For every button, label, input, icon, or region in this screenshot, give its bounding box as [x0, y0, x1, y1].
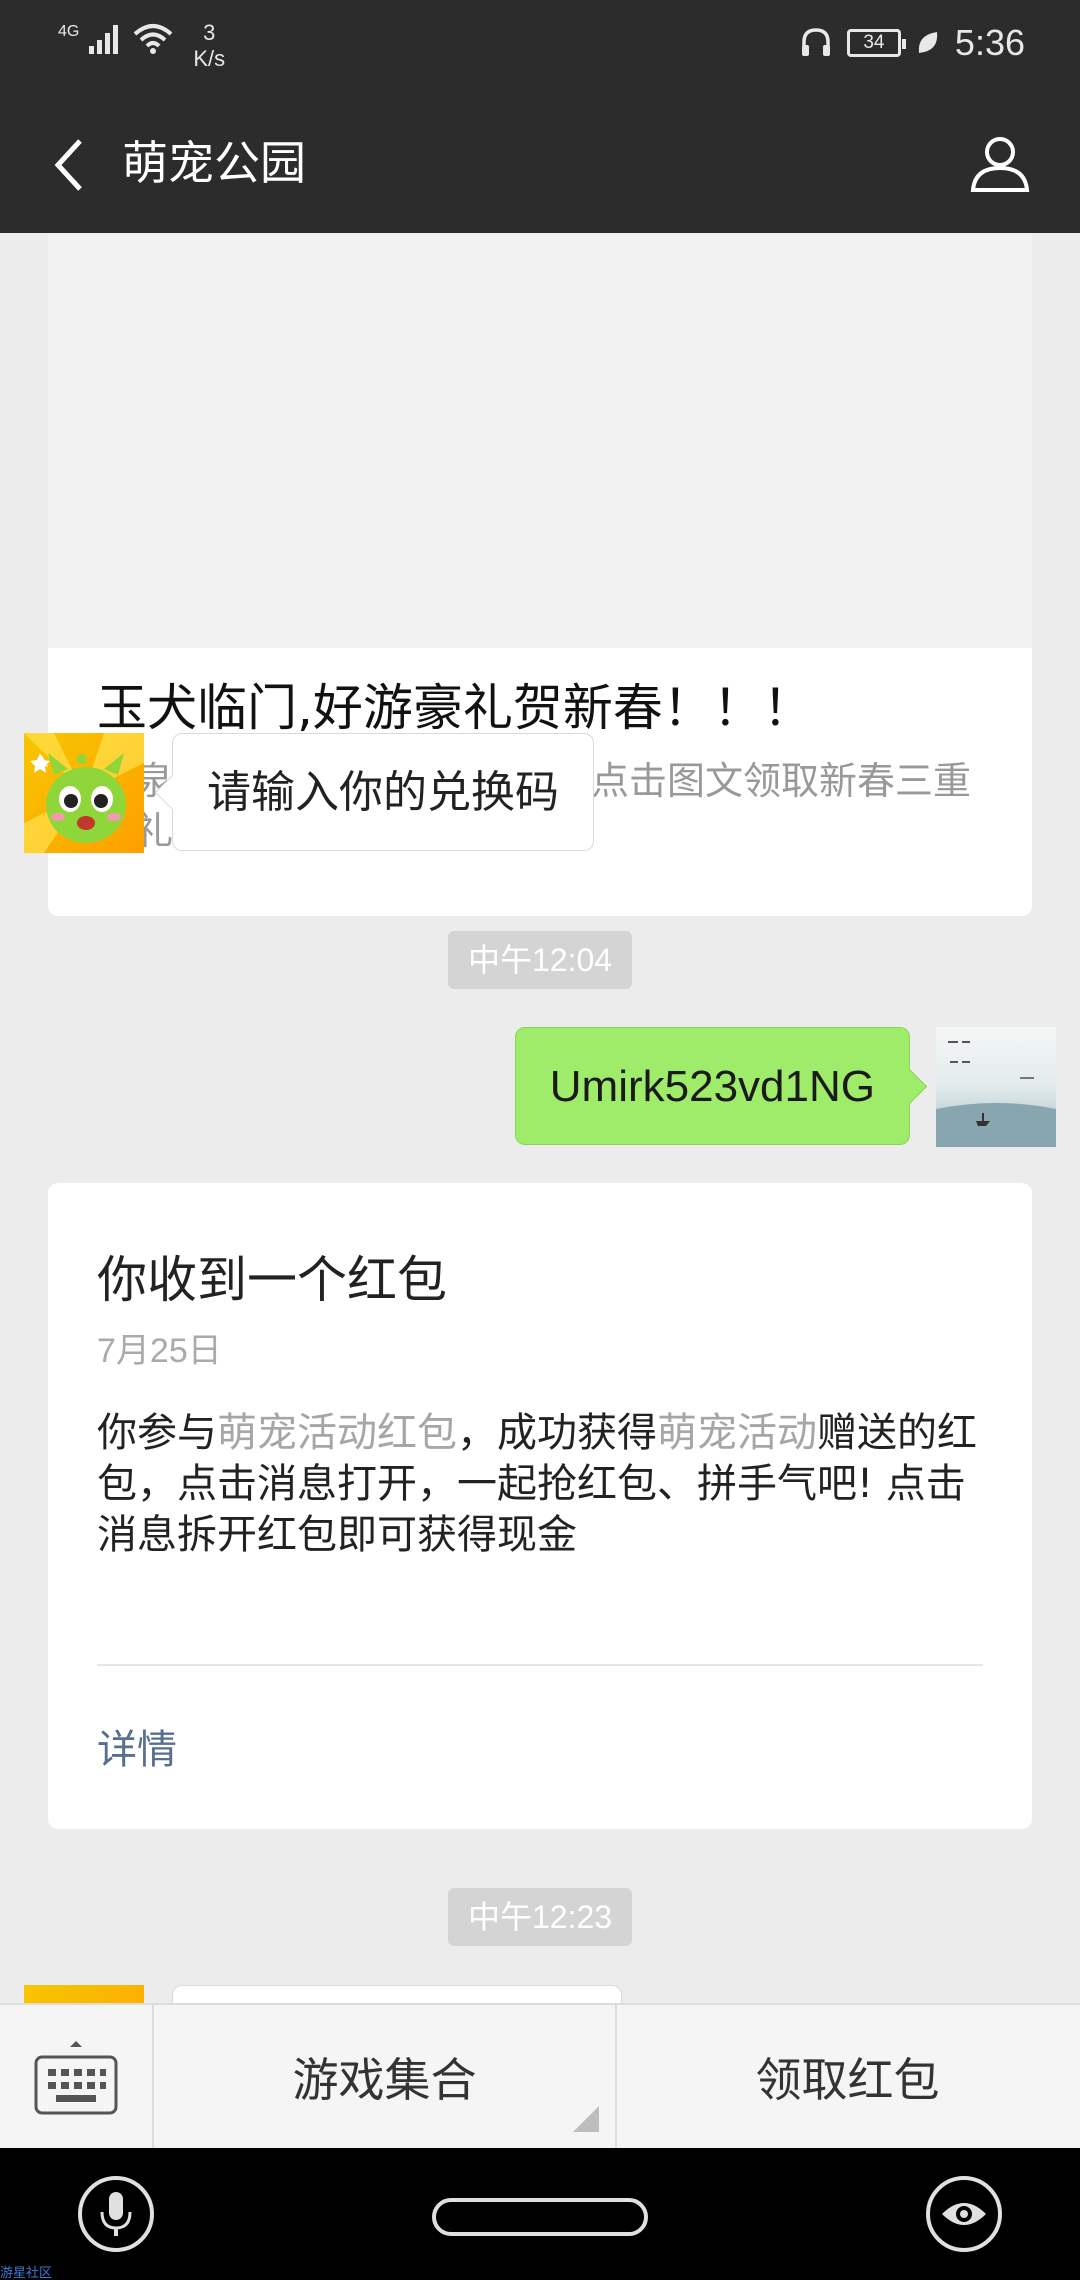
divider: [97, 1664, 983, 1666]
chat-area[interactable]: 玉犬临门,好游豪礼贺新春！！！ 玉泉临门，好游新春送豪礼！点击图文领取新春三重大…: [0, 233, 1080, 2003]
body-text: ，成功获得: [457, 1410, 657, 1456]
clock: 5:36: [954, 22, 1025, 63]
person-icon: [970, 137, 1030, 192]
leaf-icon: [918, 32, 938, 53]
pet-avatar[interactable]: [24, 733, 144, 853]
keyboard-toggle-button[interactable]: [0, 2005, 154, 2148]
back-button[interactable]: [30, 125, 110, 205]
body-highlight: 萌宠活动红包: [217, 1410, 457, 1456]
wifi-icon: [134, 24, 173, 54]
network-type: 4G: [58, 23, 80, 40]
body-highlight: 萌宠活动: [657, 1410, 817, 1456]
title-bar: 萌宠公园: [0, 95, 1080, 233]
red-packet-title: 你收到一个红包: [97, 1251, 447, 1309]
user-avatar-icon: [936, 1041, 1056, 1147]
eye-comfort-button[interactable]: [926, 2176, 1002, 2252]
red-packet-date: 7月25日: [97, 1332, 222, 1370]
network-speed: 3 K/s: [193, 20, 225, 72]
timestamp: 中午12:04: [447, 931, 633, 989]
details-link[interactable]: 详情: [97, 1717, 177, 1775]
back-arrow-icon: [54, 139, 82, 191]
user-avatar[interactable]: [936, 1027, 1056, 1147]
red-packet-card[interactable]: 你收到一个红包 7月25日 你参与萌宠活动红包，成功获得萌宠活动赠送的红包，点击…: [48, 1183, 1032, 1829]
pet-avatar-icon: [24, 733, 144, 853]
speed-unit: K/s: [193, 46, 226, 71]
keyboard-icon: [34, 2040, 118, 2114]
home-button[interactable]: [432, 2198, 648, 2236]
page-title: 萌宠公园: [122, 136, 306, 190]
watermark: 游星社区: [0, 2266, 53, 2280]
menu-label: 游戏集合: [292, 2052, 477, 2107]
timestamp: 中午12:23: [447, 1888, 633, 1946]
outgoing-message[interactable]: Umirk523vd1NG: [514, 1027, 910, 1145]
mic-icon: [100, 2192, 132, 2236]
profile-button[interactable]: [960, 123, 1040, 203]
menu-game-collection[interactable]: 游戏集合: [154, 2005, 617, 2148]
navigation-bar: [0, 2148, 1080, 2280]
menu-label: 领取红包: [755, 2052, 940, 2107]
submenu-indicator-icon: [573, 2106, 599, 2132]
body-text: 你参与: [97, 1410, 217, 1456]
pet-avatar[interactable]: [24, 1985, 144, 2003]
status-right: 34 5:36: [799, 22, 1025, 64]
bottom-menu: 游戏集合 领取红包: [0, 2003, 1080, 2148]
eye-icon: [942, 2203, 986, 2225]
menu-claim-red-packet[interactable]: 领取红包: [617, 2005, 1078, 2148]
battery-indicator: 34: [846, 29, 906, 57]
headphones-icon: [801, 28, 830, 56]
article-image: [48, 233, 1032, 648]
signal-icon: [89, 25, 119, 54]
voice-button[interactable]: [78, 2176, 154, 2252]
speed-value: 3: [203, 20, 216, 45]
status-bar: 4G 3 K/s 34 5:36: [0, 0, 1080, 95]
incoming-message[interactable]: 请输入你的兑换码: [172, 733, 594, 851]
incoming-message[interactable]: [172, 1985, 622, 2003]
status-left: 4G 3 K/s: [58, 20, 225, 72]
red-packet-body: 你参与萌宠活动红包，成功获得萌宠活动赠送的红包，点击消息打开，一起抢红包、拼手气…: [97, 1408, 987, 1561]
